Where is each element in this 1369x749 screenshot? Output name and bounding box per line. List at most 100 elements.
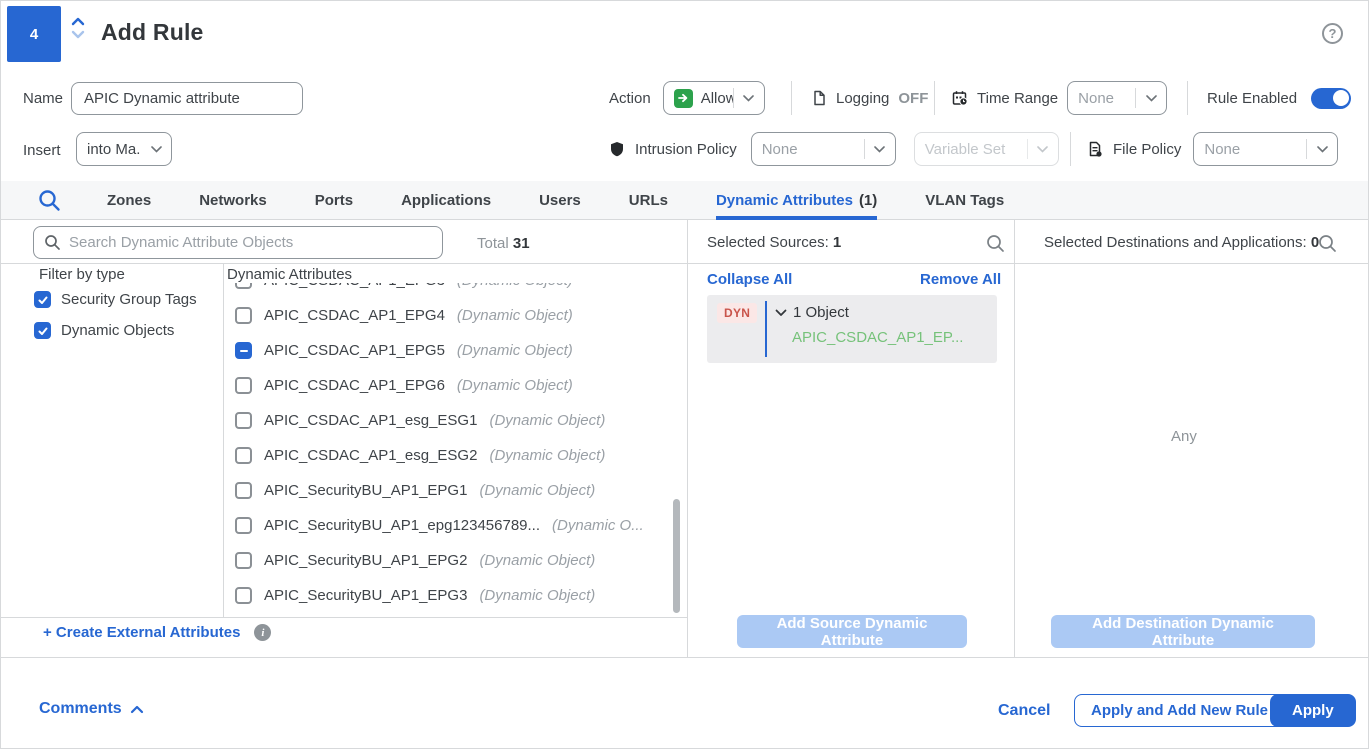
list-scrollbar[interactable] [673, 283, 680, 613]
action-value: Allow [701, 90, 733, 107]
panel-divider [1014, 220, 1015, 657]
search-icon[interactable] [1318, 234, 1337, 253]
intrusion-policy-cluster: Intrusion Policy None Variable Set [609, 132, 1059, 166]
tab-applications[interactable]: Applications [401, 181, 491, 220]
list-item[interactable]: APIC_CSDAC_AP1_esg_ESG2 (Dynamic Object) [227, 438, 673, 473]
checkbox-icon[interactable] [235, 307, 252, 324]
checkbox-icon[interactable] [235, 447, 252, 464]
checkbox-icon[interactable] [235, 283, 252, 289]
list-item[interactable]: APIC_SecurityBU_AP1_EPG2 (Dynamic Object… [227, 543, 673, 578]
info-icon[interactable]: i [254, 624, 271, 641]
checkbox-icon[interactable] [235, 552, 252, 569]
action-dropdown[interactable]: Allow [663, 81, 765, 115]
list-item[interactable]: APIC_CSDAC_AP1_esg_ESG1 (Dynamic Object) [227, 403, 673, 438]
file-policy-icon [1087, 141, 1103, 157]
collapse-all-link[interactable]: Collapse All [707, 271, 792, 288]
logging-label: Logging [836, 90, 889, 107]
checkbox-icon[interactable] [235, 377, 252, 394]
help-icon[interactable]: ? [1322, 23, 1343, 44]
name-input[interactable]: APIC Dynamic attribute [71, 82, 303, 115]
chevron-up-icon [130, 705, 144, 714]
list-item[interactable]: APIC_SecurityBU_AP1_EPG1 (Dynamic Object… [227, 473, 673, 508]
left-footer-divider [1, 617, 687, 618]
list-item[interactable]: APIC_CSDAC_AP1_EPG5 (Dynamic Object) [227, 333, 673, 368]
total-count: Total 31 [477, 235, 530, 252]
list-item[interactable]: APIC_CSDAC_AP1_EPG6 (Dynamic Object) [227, 368, 673, 403]
chevron-down-icon [1307, 146, 1337, 153]
tab-zones[interactable]: Zones [107, 181, 151, 220]
comments-toggle[interactable]: Comments [39, 700, 144, 718]
cancel-button[interactable]: Cancel [998, 702, 1050, 720]
object-group-row[interactable]: 1 Object [775, 304, 849, 321]
chevron-down-icon[interactable] [71, 30, 85, 39]
attribute-list: APIC_CSDAC_AP1_EPG3 (Dynamic Object) API… [227, 283, 673, 613]
panel-divider [687, 220, 688, 657]
tab-count: (1) [859, 192, 877, 209]
filter-dynamic-objects[interactable]: Dynamic Objects [34, 322, 174, 339]
divider [1187, 81, 1188, 115]
chevron-down-icon [1136, 95, 1166, 102]
add-source-dynamic-attribute-button[interactable]: Add Source Dynamic Attribute [737, 615, 967, 648]
remove-all-link[interactable]: Remove All [920, 271, 1001, 288]
list-item[interactable]: APIC_SecurityBU_AP1_epg123456789... (Dyn… [227, 508, 673, 543]
selected-destinations-header: Selected Destinations and Applications: … [1044, 234, 1319, 251]
logging-state: OFF [898, 90, 928, 107]
header-divider [1, 263, 1369, 264]
logging-cluster[interactable]: Logging OFF [811, 81, 928, 115]
add-destination-dynamic-attribute-button[interactable]: Add Destination Dynamic Attribute [1051, 615, 1315, 648]
checkbox-selected-icon[interactable] [235, 342, 252, 359]
selected-object-name[interactable]: APIC_CSDAC_AP1_EP... [792, 329, 963, 346]
dyn-type-badge: DYN [717, 303, 757, 323]
attribute-search [33, 226, 443, 259]
insert-value: into Ma... [77, 141, 141, 158]
chevron-down-icon [141, 146, 171, 153]
attributes-column-title: Dynamic Attributes [227, 266, 352, 283]
time-range-cluster: Time Range None [952, 81, 1167, 115]
tab-vlan-tags[interactable]: VLAN Tags [925, 181, 1004, 220]
divider [791, 81, 792, 115]
apply-button[interactable]: Apply [1270, 694, 1356, 727]
tab-urls[interactable]: URLs [629, 181, 668, 220]
search-icon[interactable] [37, 188, 62, 213]
tab-ports[interactable]: Ports [315, 181, 353, 220]
checkbox-checked-icon[interactable] [34, 291, 51, 308]
list-item[interactable]: APIC_CSDAC_AP1_EPG3 (Dynamic Object) [227, 283, 673, 298]
checkbox-icon[interactable] [235, 412, 252, 429]
search-input[interactable] [69, 234, 432, 251]
filter-security-group-tags[interactable]: Security Group Tags [34, 291, 197, 308]
name-label: Name [23, 90, 63, 107]
tab-networks[interactable]: Networks [199, 181, 267, 220]
list-item[interactable]: APIC_SecurityBU_AP1_EPG3 (Dynamic Object… [227, 578, 673, 613]
time-range-dropdown[interactable]: None [1067, 81, 1167, 115]
selected-source-card: DYN 1 Object APIC_CSDAC_AP1_EP... [707, 295, 997, 363]
logging-icon [811, 90, 827, 106]
create-external-attributes-link[interactable]: + Create External Attributes [43, 624, 240, 641]
variable-set-dropdown: Variable Set [914, 132, 1059, 166]
create-external-row: + Create External Attributes i [43, 624, 271, 641]
scrollbar-thumb[interactable] [673, 499, 680, 613]
tab-users[interactable]: Users [539, 181, 581, 220]
shield-icon [609, 141, 625, 157]
list-item[interactable]: APIC_CSDAC_AP1_EPG4 (Dynamic Object) [227, 298, 673, 333]
insert-dropdown[interactable]: into Ma... [76, 132, 172, 166]
intrusion-policy-dropdown[interactable]: None [751, 132, 896, 166]
checkbox-icon[interactable] [235, 587, 252, 604]
file-policy-value: None [1194, 141, 1306, 158]
time-range-value: None [1068, 90, 1135, 107]
file-policy-label: File Policy [1113, 141, 1181, 158]
apply-and-add-new-rule-button[interactable]: Apply and Add New Rule [1074, 694, 1285, 727]
checkbox-icon[interactable] [235, 517, 252, 534]
tab-dynamic-attributes[interactable]: Dynamic Attributes(1) [716, 181, 877, 220]
checkbox-checked-icon[interactable] [34, 322, 51, 339]
chevron-up-icon[interactable] [71, 17, 85, 26]
file-policy-dropdown[interactable]: None [1193, 132, 1338, 166]
search-icon[interactable] [986, 234, 1005, 253]
intrusion-policy-value: None [752, 141, 864, 158]
chevron-down-icon[interactable] [775, 309, 787, 317]
rule-enabled-toggle[interactable] [1311, 88, 1351, 109]
checkbox-icon[interactable] [235, 482, 252, 499]
criteria-tabbar: Zones Networks Ports Applications Users … [1, 181, 1369, 220]
action-label: Action [609, 90, 651, 107]
rule-position-stepper [71, 17, 85, 39]
page-title: Add Rule [101, 19, 204, 46]
